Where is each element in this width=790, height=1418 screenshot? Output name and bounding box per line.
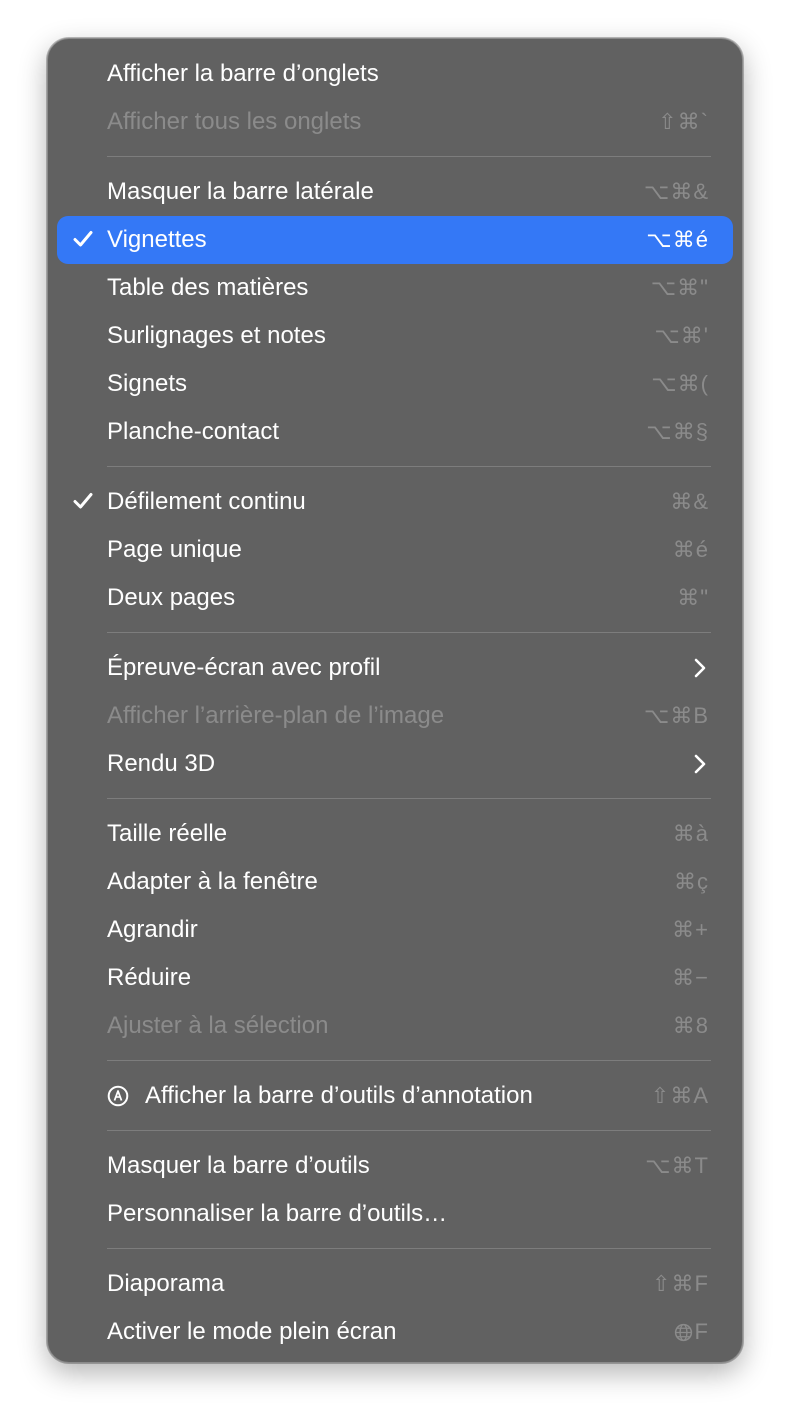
shortcut-key: F [694,1319,709,1344]
menu-item-shortcut: ⌥⌘& [643,179,709,204]
menu-item-shortcut: ⌥⌘é [646,227,709,252]
menu-item-label: Rendu 3D [107,750,216,777]
menu-item-zoom-in[interactable]: Agrandir ⌘+ [57,906,733,954]
menu-separator [48,1120,742,1142]
menu-item-shortcut: ⌘" [677,585,709,610]
menu-item-shortcut: ⌥⌘' [654,323,709,348]
menu-item-shortcut: ⌥⌘( [651,371,709,396]
menu-item-label: Afficher la barre d’outils d’annotation [145,1082,533,1109]
menu-item-single-page[interactable]: Page unique ⌘é [57,526,733,574]
menu-item-shortcut: ⇧⌘F [652,1271,709,1296]
checkmark-icon [70,478,96,526]
menu-item-hide-sidebar[interactable]: Masquer la barre latérale ⌥⌘& [57,168,733,216]
menu-item-label: Table des matières [107,274,309,301]
menu-item-label: Ajuster à la sélection [107,1012,329,1039]
menu-item-thumbnails[interactable]: Vignettes ⌥⌘é [57,216,733,264]
menu-item-hide-toolbar[interactable]: Masquer la barre d’outils ⌥⌘T [57,1142,733,1190]
menu-item-label: Masquer la barre latérale [107,178,374,205]
menu-item-zoom-to-selection: Ajuster à la sélection ⌘8 [57,1002,733,1050]
menu-item-fit-window[interactable]: Adapter à la fenêtre ⌘ç [57,858,733,906]
menu-item-show-all-tabs: Afficher tous les onglets ⇧⌘` [57,98,733,146]
menu-item-bookmarks[interactable]: Signets ⌥⌘( [57,360,733,408]
menu-item-shortcut: ⌥⌘" [650,275,709,300]
menu-item-label: Personnaliser la barre d’outils… [107,1200,448,1227]
chevron-right-icon [694,754,706,774]
menu-item-image-background: Afficher l’arrière-plan de l’image ⌥⌘B [57,692,733,740]
menu-item-label: Vignettes [107,226,207,253]
menu-item-soft-proof[interactable]: Épreuve-écran avec profil [57,644,733,692]
checkmark-icon [70,216,96,264]
menu-item-shortcut: ⌘+ [672,917,709,942]
menu-item-label: Afficher l’arrière-plan de l’image [107,702,445,729]
menu-item-label: Diaporama [107,1270,225,1297]
menu-item-shortcut: ⌘& [670,489,709,514]
menu-item-label: Afficher la barre d’onglets [107,60,379,87]
menu-item-label: Taille réelle [107,820,228,847]
menu-item-shortcut: ⌥⌘§ [646,419,709,444]
chevron-right-icon [694,658,706,678]
menu-item-label: Deux pages [107,584,236,611]
menu-item-shortcut: ⌥⌘T [645,1153,709,1178]
menu-item-label: Page unique [107,536,242,563]
menu-item-label: Surlignages et notes [107,322,326,349]
menu-item-shortcut: F [674,1308,709,1356]
menu-item-shortcut: ⌘− [672,965,709,990]
menu-item-table-of-contents[interactable]: Table des matières ⌥⌘" [57,264,733,312]
menu-item-label: Agrandir [107,916,198,943]
menu-item-customize-toolbar[interactable]: Personnaliser la barre d’outils… [57,1190,733,1238]
menu-item-continuous-scroll[interactable]: Défilement continu ⌘& [57,478,733,526]
menu-item-label: Réduire [107,964,192,991]
menu-item-shortcut: ⇧⌘` [658,109,709,134]
menu-separator [48,622,742,644]
menu-item-show-tab-bar[interactable]: Afficher la barre d’onglets [57,50,733,98]
menu-item-label: Afficher tous les onglets [107,108,362,135]
menu-item-show-markup-toolbar[interactable]: Afficher la barre d’outils d’annotation … [57,1072,733,1120]
menu-item-contact-sheet[interactable]: Planche-contact ⌥⌘§ [57,408,733,456]
menu-item-shortcut: ⌥⌘B [643,703,709,728]
markup-pen-icon [107,1085,129,1107]
menu-item-shortcut: ⌘é [672,537,709,562]
menu-item-highlights-notes[interactable]: Surlignages et notes ⌥⌘' [57,312,733,360]
menu-separator [48,1238,742,1260]
menu-item-label: Défilement continu [107,488,306,515]
view-menu: Afficher la barre d’onglets Afficher tou… [47,38,743,1363]
menu-item-zoom-out[interactable]: Réduire ⌘− [57,954,733,1002]
menu-item-3d-rendering[interactable]: Rendu 3D [57,740,733,788]
menu-item-enter-full-screen[interactable]: Activer le mode plein écran F [57,1308,733,1356]
menu-separator [48,788,742,810]
menu-item-label: Activer le mode plein écran [107,1318,397,1345]
menu-item-shortcut: ⌘ç [674,869,709,894]
menu-item-label: Masquer la barre d’outils [107,1152,370,1179]
menu-separator [48,1050,742,1072]
menu-item-shortcut: ⌘8 [672,1013,709,1038]
globe-icon [674,1323,692,1342]
menu-item-shortcut: ⇧⌘A [650,1083,709,1108]
menu-separator [48,456,742,478]
menu-item-label: Planche-contact [107,418,280,445]
menu-item-label: Adapter à la fenêtre [107,868,318,895]
menu-item-shortcut: ⌘à [672,821,709,846]
menu-item-actual-size[interactable]: Taille réelle ⌘à [57,810,733,858]
menu-separator [48,146,742,168]
menu-item-slideshow[interactable]: Diaporama ⇧⌘F [57,1260,733,1308]
menu-item-label: Signets [107,370,188,397]
menu-item-two-pages[interactable]: Deux pages ⌘" [57,574,733,622]
menu-item-label: Épreuve-écran avec profil [107,654,381,681]
